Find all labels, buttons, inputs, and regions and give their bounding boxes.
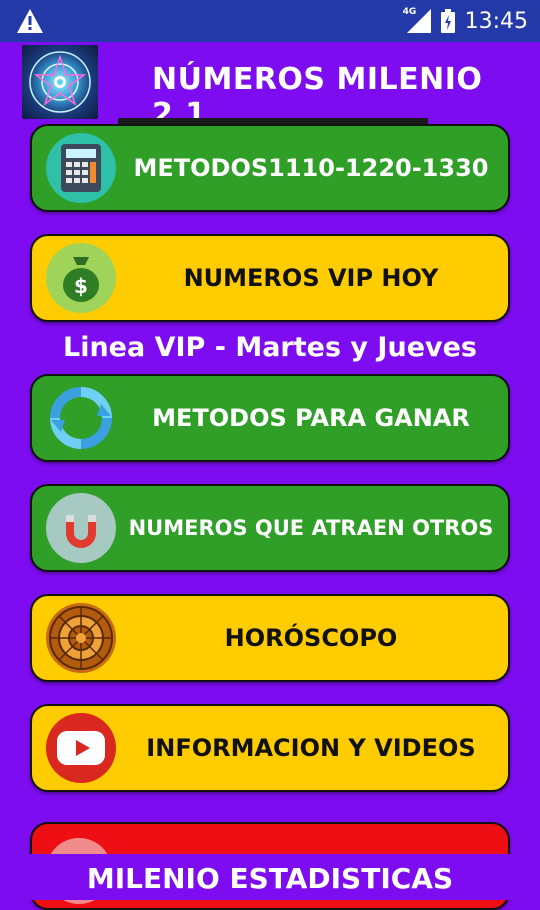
status-right: 4G 13:45 [402, 0, 528, 42]
metodos-1110-button[interactable]: METODOS1110-1220-1330 [30, 124, 510, 212]
numeros-que-atraen-label: NUMEROS QUE ATRAEN OTROS [128, 516, 494, 540]
bottom-bar[interactable]: MILENIO ESTADISTICAS [0, 854, 540, 900]
metodos-1110-label: METODOS1110-1220-1330 [133, 154, 489, 182]
horoscopo-button[interactable]: HORÓSCOPO [30, 594, 510, 682]
calculator-icon [46, 133, 116, 203]
numeros-que-atraen-button[interactable]: NUMEROS QUE ATRAEN OTROS [30, 484, 510, 572]
status-bar: 4G 13:45 [0, 0, 540, 42]
signal-icon: 4G [402, 7, 431, 33]
status-time: 13:45 [464, 8, 528, 34]
vip-schedule-text: Linea VIP - Martes y Jueves [62, 332, 477, 363]
numeros-vip-hoy-button[interactable]: $ NUMEROS VIP HOY [30, 234, 510, 322]
numeros-vip-hoy-label: NUMEROS VIP HOY [183, 264, 439, 292]
refresh-arrows-icon [46, 383, 116, 453]
youtube-icon [46, 713, 116, 783]
informacion-videos-button[interactable]: INFORMACION Y VIDEOS [30, 704, 510, 792]
app-header: NÚMEROS MILENIO 2.1 [0, 42, 540, 132]
zodiac-wheel-icon [46, 603, 116, 673]
network-type: 4G [402, 7, 417, 17]
informacion-videos-label: INFORMACION Y VIDEOS [146, 734, 476, 762]
horoscopo-label: HORÓSCOPO [224, 624, 398, 652]
money-bag-icon: $ [46, 243, 116, 313]
svg-text:$: $ [74, 274, 88, 298]
battery-icon [440, 9, 455, 33]
metodos-para-ganar-button[interactable]: METODOS PARA GANAR [30, 374, 510, 462]
magnet-icon [46, 493, 116, 563]
app-logo-icon [22, 45, 98, 119]
bottom-title: MILENIO ESTADISTICAS [86, 862, 454, 895]
metodos-para-ganar-label: METODOS PARA GANAR [152, 404, 470, 432]
warning-icon [17, 9, 43, 33]
